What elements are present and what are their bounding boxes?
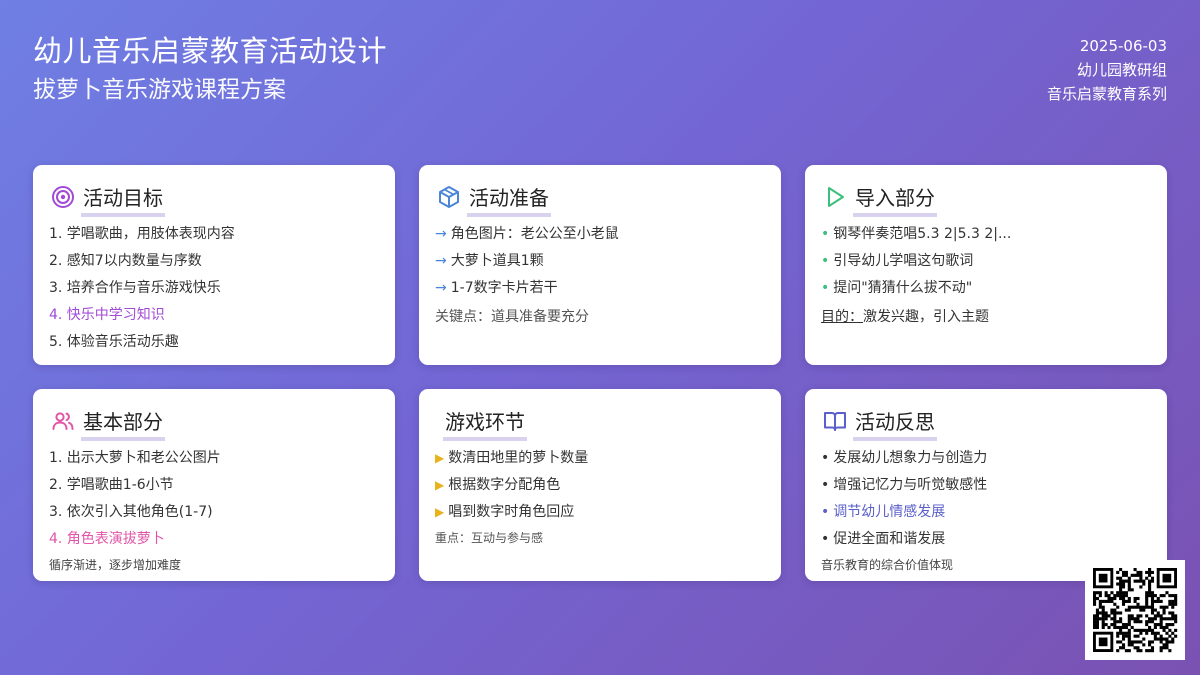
list-item: • 增强记忆力与听觉敏感性 (821, 472, 1151, 499)
card-title: 活动反思 (853, 407, 937, 441)
focus-note: 重点：互动与参与感 (435, 531, 544, 545)
purpose-note: 目的：激发兴趣，引入主题 (821, 307, 1151, 327)
card-title: 活动目标 (81, 183, 165, 217)
card-basic: 基本部分 1. 出示大萝卜和老公公图片 2. 学唱歌曲1-6小节 3. 依次引入… (33, 389, 395, 581)
arrow-marker: → (435, 253, 447, 269)
card-title: 基本部分 (81, 407, 165, 441)
page-title: 幼儿音乐启蒙教育活动设计 (33, 34, 388, 68)
list-item: 2. 学唱歌曲1-6小节 (49, 477, 174, 493)
users-icon (52, 412, 74, 430)
list-item: 1. 学唱歌曲，用肢体表现内容 (49, 226, 235, 242)
list-item: 3. 培养合作与音乐游戏快乐 (49, 280, 221, 296)
qr-code[interactable] (1085, 560, 1185, 660)
purpose-text: 激发兴趣，引入主题 (863, 309, 989, 325)
date: 2025-06-03 (1079, 37, 1167, 55)
card-title: 游戏环节 (443, 407, 527, 441)
list-item-highlight: • 调节幼儿情感发展 (821, 499, 1151, 526)
list-item: 3. 依次引入其他角色(1-7) (49, 504, 213, 520)
card-title: 导入部分 (853, 183, 937, 217)
list-item: ▶ 唱到数字时角色回应 (435, 499, 765, 526)
list-item: 5. 体验音乐活动乐趣 (49, 334, 179, 350)
qr-code-icon (1093, 568, 1178, 653)
card-game: 游戏环节 ▶ 数清田地里的萝卜数量 ▶ 根据数字分配角色 ▶ 唱到数字时角色回应 重点… (419, 389, 781, 581)
header-meta: 2025-06-03 幼儿园教研组 音乐启蒙教育系列 (1047, 34, 1167, 106)
list-item: → 角色图片：老公公至小老鼠 (435, 221, 765, 248)
list-item: 2. 感知7以内数量与序数 (49, 253, 202, 269)
key-note: 关键点：道具准备要充分 (435, 309, 589, 325)
bullet-marker: • (821, 477, 830, 493)
card-intro: 导入部分 • 钢琴伴奏范唱5.3 2|5.3 2|... • 引导幼儿学唱这句歌词 … (805, 165, 1167, 365)
list-item: • 钢琴伴奏范唱5.3 2|5.3 2|... (821, 221, 1151, 248)
list-item: • 促进全面和谐发展 (821, 526, 1151, 553)
list-item: • 提问"猜猜什么拔不动" (821, 275, 1151, 302)
bullet-marker: • (821, 504, 830, 520)
card-prep: 活动准备 → 角色图片：老公公至小老鼠 → 大萝卜道具1颗 → 1-7数字卡片若干 关… (419, 165, 781, 365)
triangle-marker: ▶ (435, 478, 445, 492)
list-item: ▶ 数清田地里的萝卜数量 (435, 445, 765, 472)
progress-note: 循序渐进，逐步增加难度 (49, 558, 182, 572)
bullet-marker: • (821, 450, 830, 466)
target-icon (52, 186, 74, 208)
list-item: → 1-7数字卡片若干 (435, 275, 765, 302)
purpose-label: 目的： (821, 309, 863, 325)
bullet-marker: • (821, 253, 830, 269)
series: 音乐启蒙教育系列 (1046, 85, 1167, 103)
card-reflect: 活动反思 • 发展幼儿想象力与创造力 • 增强记忆力与听觉敏感性 • 调节幼儿情感发展… (805, 389, 1167, 581)
list-item-highlight: 4. 快乐中学习知识 (49, 307, 165, 323)
box-icon (439, 186, 459, 208)
list-item: ▶ 根据数字分配角色 (435, 472, 765, 499)
list-item: → 大萝卜道具1颗 (435, 248, 765, 275)
arrow-marker: → (435, 280, 447, 296)
book-icon (824, 412, 846, 431)
arrow-marker: → (435, 226, 447, 242)
card-title: 活动准备 (467, 183, 551, 217)
list-item-highlight: 4. 角色表演拔萝卜 (49, 531, 165, 547)
page-subtitle: 拔萝卜音乐游戏课程方案 (33, 77, 286, 103)
list-item: 1. 出示大萝卜和老公公图片 (49, 450, 221, 466)
list-item: • 发展幼儿想象力与创造力 (821, 445, 1151, 472)
bullet-marker: • (821, 531, 830, 547)
group: 幼儿园教研组 (1076, 61, 1167, 79)
bullet-marker: • (821, 280, 830, 296)
play-icon (828, 187, 844, 207)
bullet-marker: • (821, 226, 830, 242)
header: 幼儿音乐启蒙教育活动设计 拔萝卜音乐游戏课程方案 (33, 30, 387, 108)
card-goals: 活动目标 1. 学唱歌曲，用肢体表现内容 2. 感知7以内数量与序数 3. 培养… (33, 165, 395, 365)
triangle-marker: ▶ (435, 451, 445, 465)
triangle-marker: ▶ (435, 505, 445, 519)
list-item: • 引导幼儿学唱这句歌词 (821, 248, 1151, 275)
